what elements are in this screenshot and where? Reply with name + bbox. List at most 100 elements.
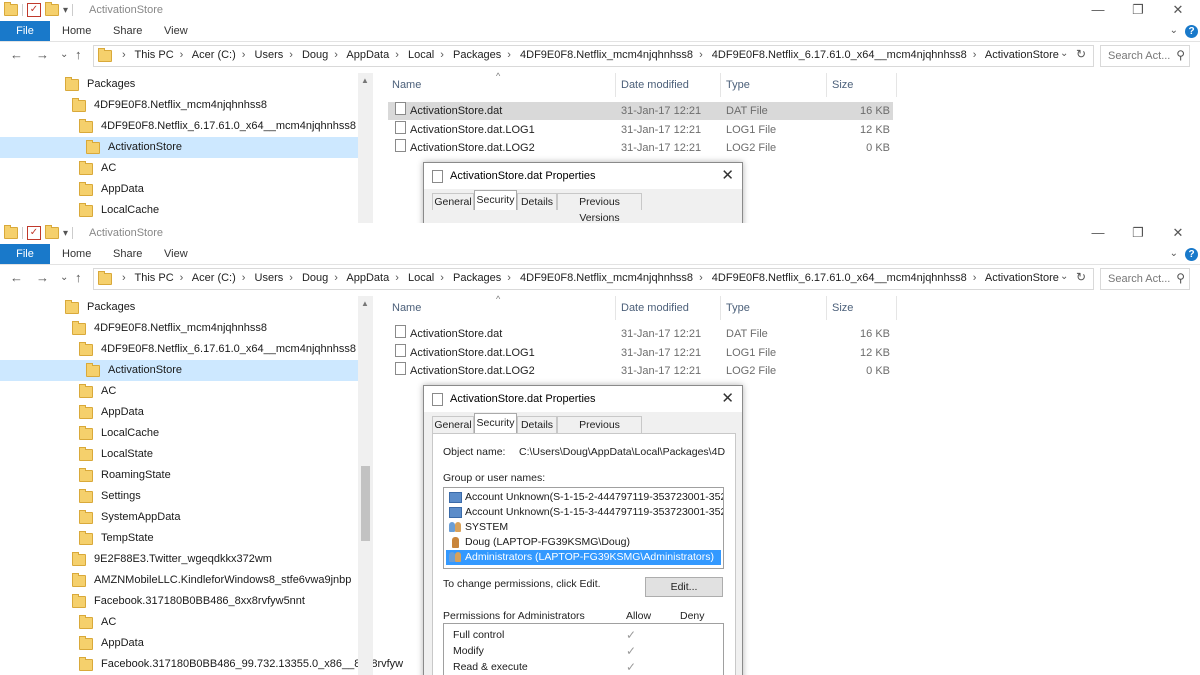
new-folder-icon[interactable] xyxy=(45,2,59,16)
divider[interactable] xyxy=(826,73,827,97)
file-tab[interactable]: File xyxy=(0,244,50,264)
forward-button[interactable]: → xyxy=(36,47,49,62)
divider[interactable] xyxy=(826,296,827,320)
tree-item[interactable]: 4DF9E0F8.Netflix_6.17.61.0_x64__mcm4njqh… xyxy=(79,116,356,137)
breadcrumb-separator-icon[interactable]: › xyxy=(180,272,184,284)
list-item-selected[interactable]: Administrators (LAPTOP-FG39KSMG\Administ… xyxy=(446,550,721,565)
breadcrumb-item[interactable]: Packages xyxy=(453,272,501,284)
edit-button[interactable]: Edit... xyxy=(645,577,723,597)
search-icon[interactable]: ⚲ xyxy=(1176,48,1185,62)
share-tab[interactable]: Share xyxy=(113,244,142,264)
divider[interactable] xyxy=(615,296,616,320)
column-type[interactable]: Type xyxy=(726,302,750,314)
back-button[interactable]: ← xyxy=(10,47,23,62)
tree-item[interactable]: AppData xyxy=(79,633,144,654)
search-input[interactable]: Search Act... ⚲ xyxy=(1100,45,1190,67)
refresh-icon[interactable]: ↻ xyxy=(1076,47,1086,61)
breadcrumb-separator-icon[interactable]: › xyxy=(440,49,444,61)
breadcrumb-item[interactable]: 4DF9E0F8.Netflix_mcm4njqhnhss8 xyxy=(520,49,693,61)
quick-access-dropdown-icon[interactable]: ▾ xyxy=(63,5,68,16)
breadcrumb-item[interactable]: Local xyxy=(408,49,434,61)
breadcrumb-item[interactable]: ActivationStore xyxy=(985,49,1059,61)
tree-item[interactable]: 9E2F88E3.Twitter_wgeqdkkx372wm xyxy=(72,549,272,570)
tree-item[interactable]: Settings xyxy=(79,486,141,507)
recent-locations-icon[interactable]: ⌄ xyxy=(60,49,68,60)
maximize-button[interactable]: ❐ xyxy=(1118,225,1158,241)
divider[interactable] xyxy=(896,73,897,97)
divider[interactable] xyxy=(720,296,721,320)
tree-item[interactable]: AppData xyxy=(79,179,144,200)
nav-scrollbar[interactable]: ▲ xyxy=(358,73,373,223)
breadcrumb-separator-icon[interactable]: › xyxy=(507,272,511,284)
tree-item[interactable]: AC xyxy=(79,612,116,633)
scrollbar-thumb[interactable] xyxy=(361,466,370,541)
breadcrumb-separator-icon[interactable]: › xyxy=(973,49,977,61)
group-user-list[interactable]: Account Unknown(S-1-15-2-444797119-35372… xyxy=(443,487,724,569)
divider[interactable] xyxy=(720,73,721,97)
tab-general[interactable]: General xyxy=(432,416,474,433)
breadcrumb-item[interactable]: ActivationStore xyxy=(985,272,1059,284)
tree-item[interactable]: AC xyxy=(79,158,116,179)
tab-general[interactable]: General xyxy=(432,193,474,210)
tree-item[interactable]: Packages xyxy=(65,74,135,95)
file-row[interactable]: ActivationStore.dat.LOG2 31-Jan-17 12:21… xyxy=(388,139,893,157)
forward-button[interactable]: → xyxy=(36,270,49,285)
tab-previous-versions[interactable]: Previous Versions xyxy=(557,416,642,447)
up-button[interactable]: ↑ xyxy=(75,270,82,285)
column-name[interactable]: Name xyxy=(392,302,421,314)
tab-details[interactable]: Details xyxy=(517,193,557,210)
file-row[interactable]: ActivationStore.dat.LOG1 31-Jan-17 12:21… xyxy=(388,344,893,362)
tab-security[interactable]: Security xyxy=(474,190,517,210)
list-item[interactable]: Account Unknown(S-1-15-2-444797119-35372… xyxy=(446,490,723,505)
breadcrumb-item[interactable]: 4DF9E0F8.Netflix_6.17.61.0_x64__mcm4njqh… xyxy=(712,272,967,284)
breadcrumb-separator-icon[interactable]: › xyxy=(973,272,977,284)
address-bar[interactable]: › This PC › Acer (C:) › Users › Doug › AppDa… xyxy=(93,268,1094,290)
file-row[interactable]: ActivationStore.dat.LOG2 31-Jan-17 12:21… xyxy=(388,362,893,380)
breadcrumb-item[interactable]: Doug xyxy=(302,272,328,284)
tree-item[interactable]: 4DF9E0F8.Netflix_mcm4njqhnhss8 xyxy=(72,95,267,116)
list-item[interactable]: SYSTEM xyxy=(446,520,721,535)
tree-item[interactable]: AMZNMobileLLC.KindleforWindows8_stfe6vwa… xyxy=(72,570,351,591)
breadcrumb-item[interactable]: 4DF9E0F8.Netflix_mcm4njqhnhss8 xyxy=(520,272,693,284)
help-icon[interactable]: ? xyxy=(1185,248,1198,261)
tree-item[interactable]: AppData xyxy=(79,402,144,423)
properties-icon[interactable]: ✓ xyxy=(27,226,41,240)
breadcrumb-separator-icon[interactable]: › xyxy=(699,49,703,61)
tree-item[interactable]: 4DF9E0F8.Netflix_mcm4njqhnhss8 xyxy=(72,318,267,339)
tree-item[interactable]: Facebook.317180B0BB486_99.732.13355.0_x8… xyxy=(79,654,403,675)
file-tab[interactable]: File xyxy=(0,21,50,41)
minimize-button[interactable]: — xyxy=(1078,225,1118,240)
ribbon-expand-icon[interactable]: ⌄ xyxy=(1170,248,1178,259)
breadcrumb-separator-icon[interactable]: › xyxy=(242,49,246,61)
maximize-button[interactable]: ❐ xyxy=(1118,2,1158,18)
minimize-button[interactable]: — xyxy=(1078,2,1118,17)
file-row-selected[interactable]: ActivationStore.dat 31-Jan-17 12:21 DAT … xyxy=(388,102,893,120)
dialog-close-button[interactable]: ✕ xyxy=(721,166,734,184)
tree-item[interactable]: LocalCache xyxy=(79,423,159,444)
breadcrumb-item[interactable]: Users xyxy=(255,272,284,284)
home-tab[interactable]: Home xyxy=(62,21,91,41)
breadcrumb-item[interactable]: Acer (C:) xyxy=(192,272,236,284)
divider[interactable] xyxy=(896,296,897,320)
divider[interactable] xyxy=(615,73,616,97)
breadcrumb-separator-icon[interactable]: › xyxy=(395,49,399,61)
tree-item[interactable]: 4DF9E0F8.Netflix_6.17.61.0_x64__mcm4njqh… xyxy=(79,339,356,360)
new-folder-icon[interactable] xyxy=(45,225,59,239)
view-tab[interactable]: View xyxy=(164,21,188,41)
file-row[interactable]: ActivationStore.dat 31-Jan-17 12:21 DAT … xyxy=(388,325,893,343)
help-icon[interactable]: ? xyxy=(1185,25,1198,38)
quick-access-dropdown-icon[interactable]: ▾ xyxy=(63,228,68,239)
search-input[interactable]: Search Act... ⚲ xyxy=(1100,268,1190,290)
list-item[interactable]: Account Unknown(S-1-15-3-444797119-35372… xyxy=(446,505,723,520)
tree-item-selected[interactable]: ActivationStore xyxy=(0,137,358,158)
file-row[interactable]: ActivationStore.dat.LOG1 31-Jan-17 12:21… xyxy=(388,121,893,139)
breadcrumb-item[interactable]: AppData xyxy=(346,272,389,284)
tree-item[interactable]: SystemAppData xyxy=(79,507,180,528)
close-button[interactable]: ✕ xyxy=(1158,2,1198,18)
tab-details[interactable]: Details xyxy=(517,416,557,433)
column-date-modified[interactable]: Date modified xyxy=(621,302,689,314)
up-button[interactable]: ↑ xyxy=(75,47,82,62)
scroll-up-icon[interactable]: ▲ xyxy=(361,76,369,85)
ribbon-expand-icon[interactable]: ⌄ xyxy=(1170,25,1178,36)
tree-item[interactable]: LocalCache xyxy=(79,200,159,221)
